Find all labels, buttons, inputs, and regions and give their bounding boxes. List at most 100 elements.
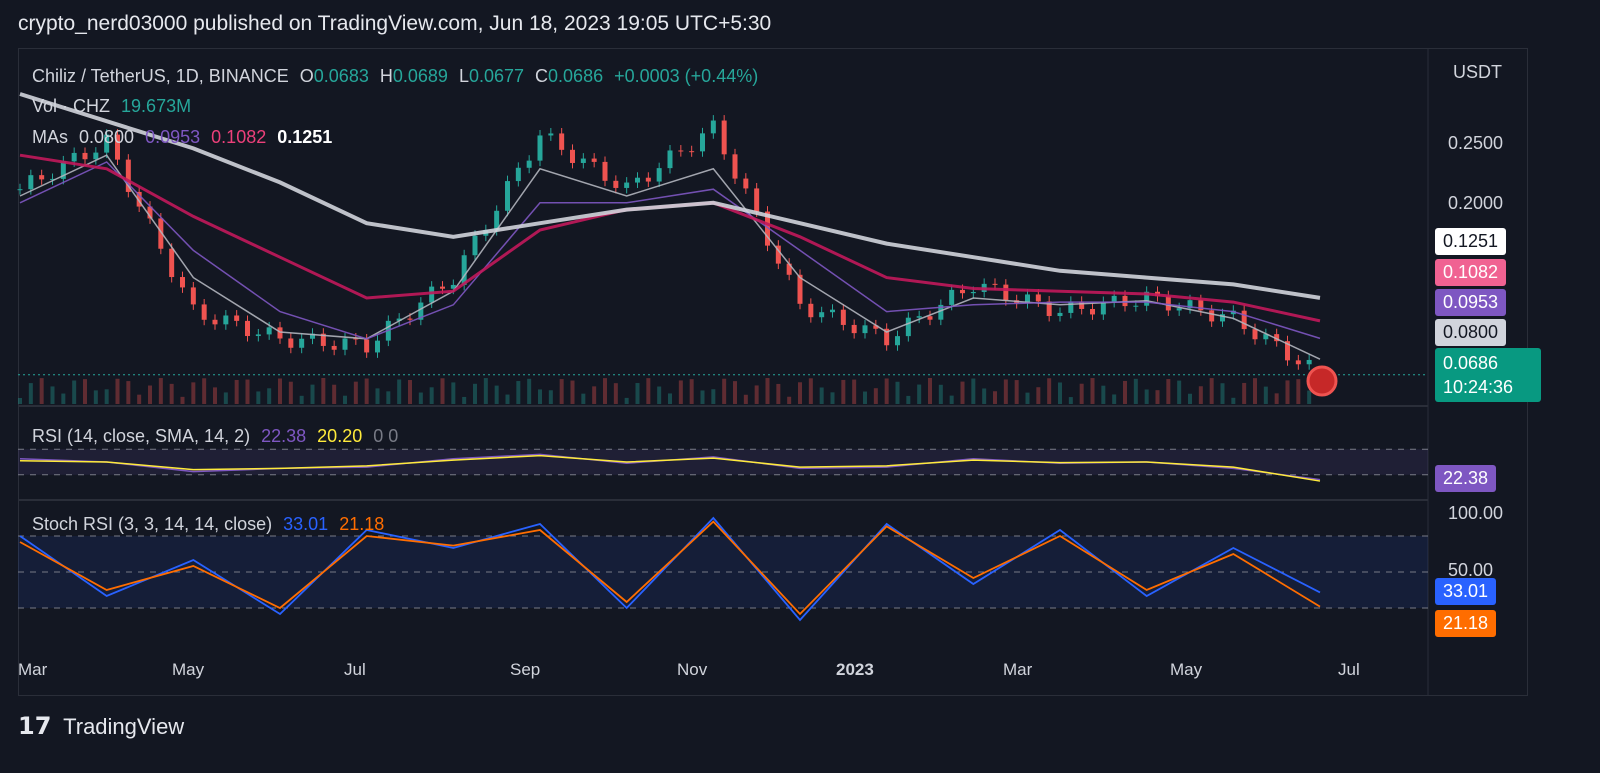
volume-bar-73: [808, 378, 813, 404]
candle-body-5: [71, 152, 77, 162]
candle-body-90: [992, 283, 998, 285]
candle-body-83: [916, 316, 922, 318]
change-value: +0.0003 (+0.44%): [614, 66, 759, 86]
candle-body-53: [591, 158, 597, 162]
volume-bar-11: [137, 394, 142, 404]
candle-body-48: [537, 135, 543, 161]
volume-bar-99: [1090, 378, 1095, 404]
candle-body-58: [645, 177, 651, 182]
candle-body-67: [743, 178, 749, 189]
time-axis-5: 2023: [836, 660, 874, 679]
volume-bar-87: [960, 381, 965, 404]
volume-bar-114: [1253, 378, 1257, 404]
candle-body-60: [667, 150, 673, 169]
ma1-value: 0.0800: [79, 127, 135, 147]
volume-bar-75: [830, 392, 835, 404]
volume-bar-62: [689, 379, 694, 404]
volume-bar-18: [213, 387, 217, 404]
volume-bar-5: [72, 380, 77, 404]
candle-body-73: [808, 303, 814, 318]
volume-bar-51: [570, 380, 575, 404]
candle-body-22: [255, 334, 261, 337]
volume-bar-107: [1177, 380, 1182, 404]
volume-bar-54: [603, 378, 607, 404]
candle-body-21: [245, 320, 250, 337]
volume-bar-38: [429, 387, 434, 404]
volume-bar-35: [397, 379, 402, 404]
volume-bar-101: [1112, 394, 1117, 404]
volume-bar-60: [668, 393, 672, 404]
volume-bar-27: [310, 384, 315, 404]
candle-body-0: [17, 189, 23, 191]
ma-line-2: [19, 161, 1321, 340]
price-axis-0: 0.2500: [1448, 133, 1504, 153]
stoch-axis-100: 100.00: [1448, 503, 1504, 523]
volume-bar-116: [1274, 393, 1279, 404]
candle-body-47: [526, 160, 532, 168]
candle-body-54: [602, 161, 608, 181]
volume-bar-56: [624, 397, 629, 404]
volume-bar-45: [505, 394, 510, 404]
time-axis-2: Jul: [344, 660, 366, 679]
candle-body-59: [656, 168, 662, 182]
last-price-tag: 0.0686 10:24:36: [1435, 348, 1541, 402]
volume-bar-67: [743, 394, 748, 404]
candle-body-99: [1090, 308, 1095, 315]
volume-bar-69: [765, 378, 770, 404]
price-chart[interactable]: [0, 0, 1600, 773]
volume-bar-7: [93, 390, 98, 404]
candle-body-52: [580, 158, 586, 163]
volume-bar-36: [408, 380, 412, 404]
currency-label: USDT: [1453, 62, 1502, 82]
candle-body-64: [710, 120, 716, 134]
time-axis-6: Mar: [1003, 660, 1033, 679]
stoch-k-value: 33.01: [283, 514, 329, 534]
volume-bar-48: [538, 389, 542, 404]
candle-body-18: [212, 319, 218, 325]
volume-bar-47: [527, 378, 532, 404]
symbol-legend: Chiliz / TetherUS, 1D, BINANCE O0.0683 H…: [32, 66, 764, 87]
volume-bar-115: [1263, 386, 1268, 404]
candle-body-81: [895, 336, 900, 346]
candle-body-110: [1209, 310, 1215, 322]
volume-bar-17: [202, 378, 207, 404]
candle-body-6: [82, 152, 88, 160]
volume-bar-20: [234, 379, 239, 404]
volume-legend: Vol · CHZ 19.673M: [32, 96, 197, 117]
volume-bar-3: [50, 386, 55, 404]
volume-bar-29: [332, 384, 337, 404]
volume-bar-2: [39, 378, 44, 404]
low-label: L: [458, 66, 469, 86]
candle-body-36: [407, 318, 413, 320]
volume-bar-64: [711, 389, 716, 404]
volume-bar-119: [1307, 390, 1312, 404]
volume-bar-76: [841, 379, 846, 404]
candle-body-87: [960, 289, 965, 294]
candle-body-78: [862, 325, 868, 334]
volume-bar-21: [245, 379, 250, 404]
volume-bar-19: [223, 392, 228, 404]
candle-body-65: [721, 120, 727, 155]
rsi-legend: RSI (14, close, SMA, 14, 2) 22.38 20.20 …: [32, 426, 404, 447]
candle-body-33: [375, 340, 380, 353]
candle-body-23: [266, 327, 272, 335]
volume-bar-13: [158, 378, 163, 404]
ma1-price-tag: 0.0800: [1435, 319, 1507, 346]
rsi-sma-value: 20.20: [317, 426, 363, 446]
volume-bar-63: [700, 390, 705, 404]
volume-bar-37: [418, 392, 423, 404]
candle-body-55: [613, 180, 619, 188]
candle-body-97: [1068, 301, 1074, 313]
candle-body-46: [515, 167, 521, 182]
time-axis-0: Mar: [18, 660, 48, 679]
candle-body-106: [1165, 296, 1171, 311]
volume-label: Vol · CHZ: [32, 96, 111, 116]
volume-bar-15: [180, 396, 185, 404]
close-value: 0.0686: [548, 66, 604, 86]
candle-body-118: [1295, 360, 1301, 365]
volume-bar-86: [949, 395, 954, 404]
volume-bar-90: [993, 391, 997, 404]
footer-brand[interactable]: 𝟭𝟳 TradingView: [18, 712, 184, 741]
volume-bar-32: [364, 378, 369, 404]
volume-bar-102: [1123, 380, 1127, 404]
